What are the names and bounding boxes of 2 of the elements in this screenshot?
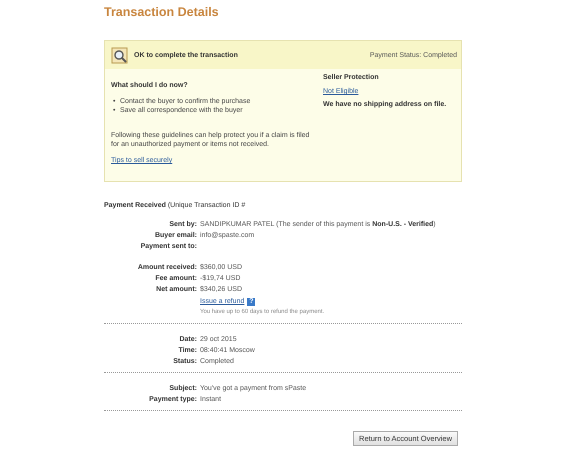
magnifier-icon	[111, 46, 129, 64]
page-title: Transaction Details	[104, 4, 220, 21]
